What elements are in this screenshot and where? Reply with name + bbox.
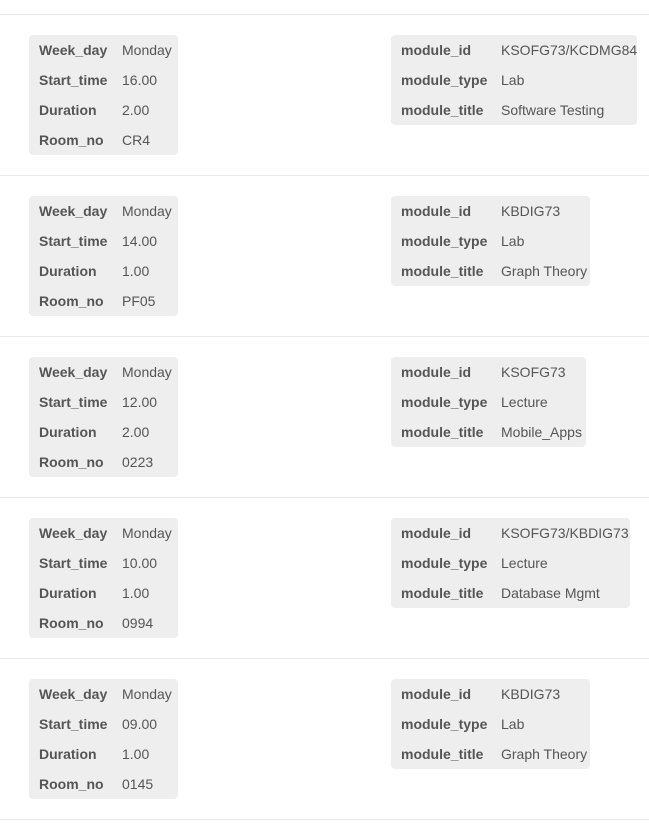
room-no-label: Room_no [39, 615, 104, 631]
room-no-value: 0994 [122, 615, 154, 631]
duration-label: Duration [39, 746, 97, 762]
start-time-label: Start_time [39, 233, 108, 249]
module-details-card: module_id KSOFG73 module_type Lecture modu… [391, 357, 586, 447]
week-day-label: Week_day [39, 42, 108, 58]
start-time-value: 10.00 [122, 555, 158, 571]
module-type-label: module_type [401, 555, 488, 571]
module-id-value: KBDIG73 [501, 686, 561, 702]
week-day-value: Monday [122, 686, 172, 702]
module-type-label: module_type [401, 716, 488, 732]
session-details-card: Week_day Monday Start_time 09.00 Duration 1… [29, 679, 178, 799]
room-no-label: Room_no [39, 132, 104, 148]
bottom-divider [0, 819, 649, 820]
session-details-card: Week_day Monday Start_time 10.00 Duration 1… [29, 518, 178, 638]
session-details-card: Week_day Monday Start_time 12.00 Duration 2… [29, 357, 178, 477]
duration-label: Duration [39, 263, 97, 279]
module-title-value: Graph Theory [501, 746, 588, 762]
duration-value: 2.00 [122, 424, 150, 440]
module-type-value: Lab [501, 72, 525, 88]
module-title-label: module_title [401, 746, 484, 762]
module-id-value: KSOFG73 [501, 364, 566, 380]
module-id-value: KSOFG73/KCDMG84 [501, 42, 638, 58]
module-id-label: module_id [401, 42, 472, 58]
session-details-card: Week_day Monday Start_time 14.00 Duration 1… [29, 196, 178, 316]
week-day-value: Monday [122, 525, 172, 541]
module-title-label: module_title [401, 424, 484, 440]
room-no-value: PF05 [122, 293, 156, 309]
module-id-label: module_id [401, 525, 472, 541]
room-no-label: Room_no [39, 776, 104, 792]
week-day-value: Monday [122, 364, 172, 380]
start-time-value: 14.00 [122, 233, 158, 249]
room-no-value: 0145 [122, 776, 154, 792]
start-time-value: 09.00 [122, 716, 158, 732]
duration-label: Duration [39, 102, 97, 118]
week-day-label: Week_day [39, 525, 108, 541]
module-details-card: module_id KSOFG73/KCDMG84 module_type Lab … [391, 35, 637, 125]
module-type-value: Lecture [501, 555, 548, 571]
module-id-value: KBDIG73 [501, 203, 561, 219]
duration-label: Duration [39, 585, 97, 601]
module-type-label: module_type [401, 394, 488, 410]
module-type-value: Lab [501, 716, 525, 732]
duration-label: Duration [39, 424, 97, 440]
session-details-card: Week_day Monday Start_time 16.00 Duration 2… [29, 35, 178, 155]
week-day-label: Week_day [39, 686, 108, 702]
start-time-value: 16.00 [122, 72, 158, 88]
module-id-label: module_id [401, 364, 472, 380]
start-time-label: Start_time [39, 72, 108, 88]
module-details-card: module_id KBDIG73 module_type Lab module_t… [391, 196, 590, 286]
start-time-value: 12.00 [122, 394, 158, 410]
schedule-entry: Week_day Monday Start_time 12.00 Duration 2… [0, 337, 649, 497]
schedule-entry: Week_day Monday Start_time 16.00 Duration 2… [0, 15, 649, 175]
duration-value: 2.00 [122, 102, 150, 118]
schedule-entry: Week_day Monday Start_time 10.00 Duration 1… [0, 498, 649, 658]
duration-value: 1.00 [122, 585, 150, 601]
module-title-label: module_title [401, 102, 484, 118]
module-title-value: Database Mgmt [501, 585, 600, 601]
module-type-label: module_type [401, 72, 488, 88]
module-title-value: Mobile_Apps [501, 424, 582, 440]
room-no-value: 0223 [122, 454, 154, 470]
room-no-label: Room_no [39, 454, 104, 470]
module-title-label: module_title [401, 263, 484, 279]
start-time-label: Start_time [39, 555, 108, 571]
module-id-value: KSOFG73/KBDIG73 [501, 525, 629, 541]
module-type-label: module_type [401, 233, 488, 249]
module-type-value: Lecture [501, 394, 548, 410]
schedule-entry: Week_day Monday Start_time 09.00 Duration 1… [0, 659, 649, 819]
week-day-label: Week_day [39, 364, 108, 380]
module-details-card: module_id KSOFG73/KBDIG73 module_type Lect… [391, 518, 630, 608]
room-no-label: Room_no [39, 293, 104, 309]
module-id-label: module_id [401, 686, 472, 702]
module-title-value: Graph Theory [501, 263, 588, 279]
duration-value: 1.00 [122, 746, 150, 762]
module-title-value: Software Testing [501, 102, 605, 118]
start-time-label: Start_time [39, 716, 108, 732]
week-day-value: Monday [122, 203, 172, 219]
module-type-value: Lab [501, 233, 525, 249]
module-details-card: module_id KBDIG73 module_type Lab module_t… [391, 679, 590, 769]
room-no-value: CR4 [122, 132, 151, 148]
schedule-entry: Week_day Monday Start_time 14.00 Duration 1… [0, 176, 649, 336]
module-id-label: module_id [401, 203, 472, 219]
week-day-label: Week_day [39, 203, 108, 219]
start-time-label: Start_time [39, 394, 108, 410]
week-day-value: Monday [122, 42, 172, 58]
duration-value: 1.00 [122, 263, 150, 279]
module-title-label: module_title [401, 585, 484, 601]
